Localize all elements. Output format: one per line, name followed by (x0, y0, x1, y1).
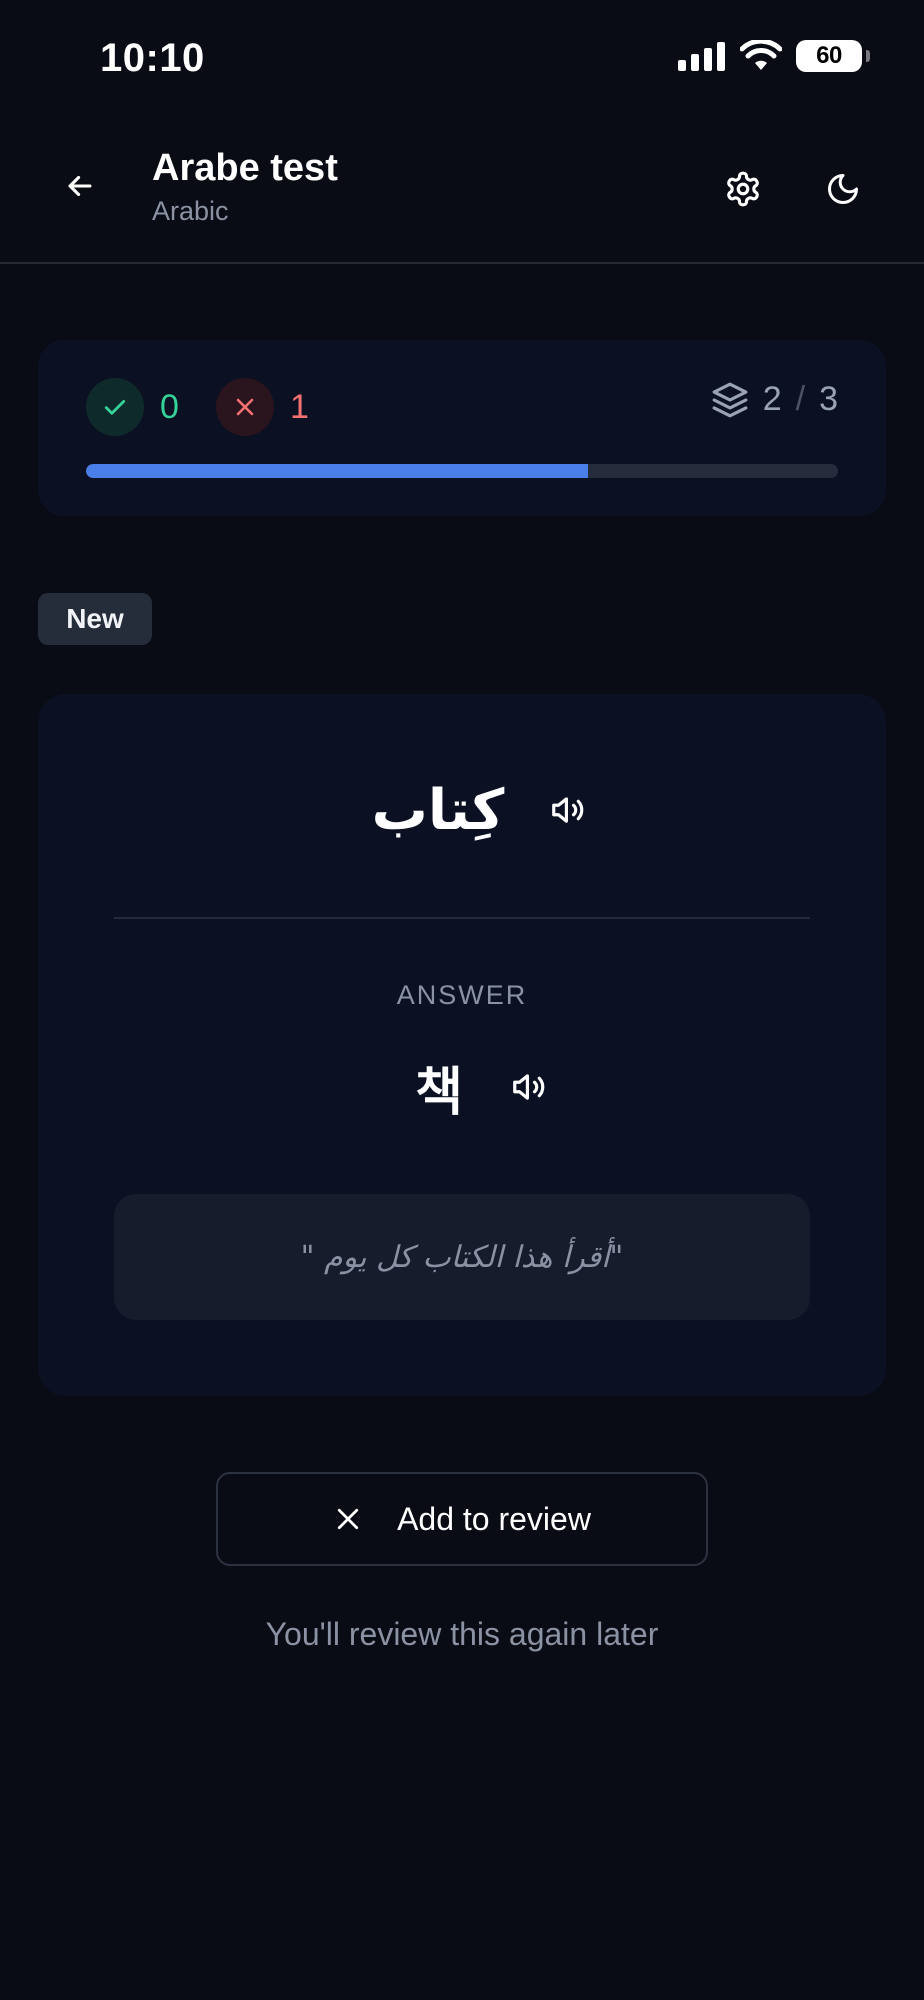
flashcard[interactable]: كِتاب ANSWER 책 "أقرأ هذا الكتاب كل يوم " (38, 694, 886, 1396)
app-header: Arabe test Arabic (0, 120, 924, 264)
progress-bar (86, 464, 838, 478)
battery-level: 60 (816, 42, 842, 69)
progress-bar-fill (86, 464, 588, 478)
screen: 10:10 60 Arabe test Arabic 0 1 2 / 3 New… (0, 0, 924, 2000)
progress-card: 0 1 2 / 3 (38, 340, 886, 516)
moon-icon (828, 174, 858, 204)
wifi-icon (740, 40, 782, 72)
review-note: You'll review this again later (265, 1616, 659, 1652)
status-bar: 10:10 60 (0, 0, 924, 120)
status-badge: New (38, 593, 152, 645)
header-titles: Arabe test Arabic (152, 146, 338, 228)
cellular-signal-icon (678, 41, 726, 71)
correct-count: 0 (160, 387, 179, 426)
battery-icon: 60 (796, 40, 870, 72)
page-subtitle: Arabic (152, 196, 229, 226)
speaker-icon (513, 1074, 545, 1100)
add-to-review-label: Add to review (397, 1500, 591, 1537)
status-indicators: 60 (678, 40, 870, 72)
gear-icon (727, 171, 759, 207)
play-answer-audio-button[interactable] (509, 1067, 549, 1107)
layers-icon (712, 382, 748, 417)
answer-label: ANSWER (396, 980, 528, 1010)
example-sentence-box: "أقرأ هذا الكتاب كل يوم " (114, 1194, 810, 1320)
example-sentence: "أقرأ هذا الكتاب كل يوم " (300, 1239, 624, 1275)
card-position: 2 / 3 (711, 380, 838, 419)
back-button[interactable] (56, 162, 104, 210)
answer-row: 책 (38, 1052, 886, 1123)
position-separator: / (795, 380, 806, 418)
close-icon (337, 1508, 359, 1530)
page-title: Arabe test (152, 147, 338, 189)
correct-stat: 0 (86, 378, 179, 436)
settings-button[interactable] (718, 164, 768, 214)
speaker-icon (552, 797, 584, 823)
wrong-stat: 1 (216, 378, 309, 436)
question-row: كِتاب (38, 770, 886, 850)
question-word: كِتاب (371, 777, 505, 843)
check-icon (86, 378, 144, 436)
total-cards: 3 (819, 380, 838, 418)
x-icon (216, 378, 274, 436)
card-divider (114, 917, 810, 919)
theme-toggle-button[interactable] (818, 164, 868, 214)
status-time: 10:10 (100, 36, 205, 80)
arrow-left-icon (68, 175, 92, 197)
play-question-audio-button[interactable] (548, 790, 588, 830)
current-card: 2 (762, 380, 782, 418)
wrong-count: 1 (290, 387, 309, 426)
add-to-review-button[interactable]: Add to review (216, 1472, 708, 1566)
answer-word: 책 (415, 1062, 463, 1123)
